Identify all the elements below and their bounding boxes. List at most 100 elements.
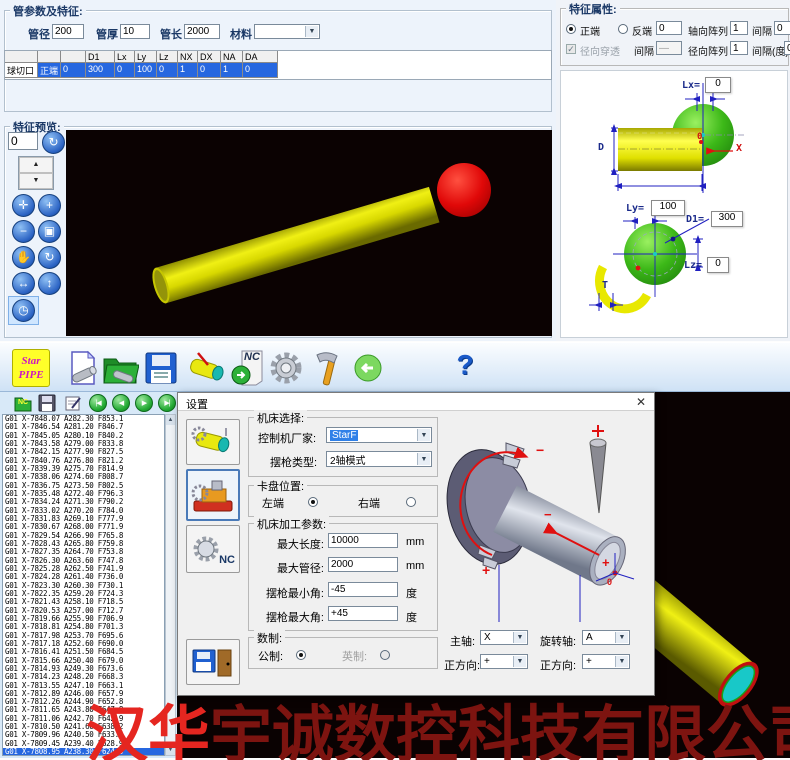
nav-next-button[interactable]: ▶ [135,394,153,412]
spacing-deg-input[interactable] [784,41,790,55]
main-direction-combo[interactable]: +▼ [480,654,528,669]
max-length-unit: mm [406,536,424,548]
back-button[interactable] [353,353,383,383]
cell[interactable]: 1 [221,63,243,78]
settings-button[interactable] [267,349,305,387]
rotate-direction-combo[interactable]: +▼ [582,654,630,669]
ly-dim-value[interactable]: 100 [651,200,685,216]
zoom-window-button[interactable]: ▣ [38,220,61,243]
flip-horizontal-button[interactable]: ↔ [12,272,35,295]
spacing-input[interactable] [774,21,790,35]
tools-button[interactable] [309,349,347,387]
rotate-axis-combo[interactable]: A▼ [582,630,630,645]
radial-pierce-checkbox[interactable]: ✓ [566,44,576,54]
table-row[interactable]: 球切口 正端 0 300 0 100 0 1 0 1 0 [5,63,551,78]
dialog-titlebar[interactable]: 设置 ✕ [178,393,654,411]
save-exit-button[interactable] [186,639,240,685]
help-button[interactable]: ? [453,349,477,387]
back-end-radio[interactable] [618,24,628,34]
chuck-left-radio[interactable] [308,497,318,507]
min-swing-input[interactable] [328,582,398,597]
spin-up-button[interactable]: ▲ [19,157,53,173]
rotate-3d-button[interactable]: ↻ [38,246,61,269]
machine-type-2-button[interactable] [186,469,240,521]
max-swing-input[interactable] [328,606,398,621]
zoom-in-icon: + [46,198,53,212]
origin-label: 0 [697,132,702,142]
nc-settings-button[interactable]: NC [186,525,240,573]
dialog-title: 设置 [186,396,208,412]
open-folder-icon [101,349,139,387]
col-header: Lz [157,51,178,63]
spin-down-button[interactable]: ▼ [19,173,53,189]
pipe-length-input[interactable] [184,24,220,39]
gcode-save-button[interactable] [38,394,56,412]
chuck-right-radio[interactable] [406,497,416,507]
pipe-thickness-input[interactable] [120,24,150,39]
rotate-cw-icon: ↻ [48,135,58,149]
metric-radio[interactable] [296,650,306,660]
imperial-radio[interactable] [380,650,390,660]
hand-icon: ✋ [16,250,31,264]
nc-file-button[interactable]: NC [14,394,32,412]
scroll-up-icon[interactable]: ▲ [166,415,175,425]
cell[interactable]: 1 [178,63,198,78]
cell[interactable]: 正端 [38,63,61,78]
zoom-out-button[interactable]: − [12,220,35,243]
col-header: DA [243,51,278,63]
col-header [61,51,86,63]
lx-dim-value[interactable]: 0 [705,77,731,93]
material-combo[interactable]: ▼ [254,24,320,39]
cell[interactable]: 0 [157,63,178,78]
max-diameter-input[interactable] [328,557,398,572]
new-file-button[interactable] [64,349,102,387]
save-file-button[interactable] [142,349,180,387]
nav-prev-button[interactable]: ◀ [112,394,130,412]
chevron-down-icon: ▼ [305,26,318,37]
chevron-down-icon: ▼ [417,453,430,465]
col-header: NX [178,51,198,63]
feature-type-cell[interactable]: 球切口 [5,63,38,78]
nav-last-button[interactable]: ▶| [158,394,176,412]
chevron-down-icon: ▼ [513,632,526,643]
preview-viewport[interactable] [66,130,552,336]
vendor-combo[interactable]: StarF ▼ [326,427,432,443]
nav-first-button[interactable]: |◀ [89,394,107,412]
pipe-edit-button[interactable] [186,349,230,387]
zoom-in-button[interactable]: + [38,194,61,217]
gcode-edit-button[interactable] [64,394,82,412]
close-icon[interactable]: ✕ [636,395,646,409]
pipe-diameter-input[interactable] [52,24,84,39]
main-direction-label: 正方向: [444,657,480,673]
rotate-view-button[interactable]: ↻ [42,131,65,154]
front-end-radio[interactable] [566,24,576,34]
max-length-input[interactable] [328,533,398,548]
radial-array-input[interactable] [730,41,748,55]
pipe-3d-render [66,130,552,336]
cell[interactable]: 300 [86,63,115,78]
nc-export-button[interactable]: NC [230,349,268,387]
axial-array-input[interactable] [730,21,748,35]
main-axis-combo[interactable]: X▼ [480,630,528,645]
cell[interactable]: 100 [135,63,157,78]
max-swing-label: 摆枪最大角: [266,609,324,625]
end-angle-input[interactable] [656,21,682,35]
gun-type-combo[interactable]: 2轴模式 ▼ [326,451,432,467]
preview-angle-input[interactable] [8,132,38,150]
hand-pan-button[interactable]: ✋ [12,246,35,269]
machine-type-1-button[interactable] [186,419,240,465]
cell[interactable]: 0 [243,63,278,78]
cell[interactable]: 0 [115,63,135,78]
cell[interactable]: 0 [61,63,86,78]
flip-vertical-button[interactable]: ↕ [38,272,61,295]
open-file-button[interactable] [101,349,139,387]
d1-dim-value[interactable]: 300 [711,211,743,227]
lz-dim-value[interactable]: 0 [707,257,729,273]
protractor-button[interactable]: ◷ [12,299,35,322]
vendor-label: 控制机厂家: [258,430,316,446]
pan-button[interactable]: ✛ [12,194,35,217]
t-dim-label: T [602,280,608,291]
max-swing-unit: 度 [406,609,417,625]
cell[interactable]: 0 [198,63,221,78]
gap-input[interactable] [656,41,682,55]
